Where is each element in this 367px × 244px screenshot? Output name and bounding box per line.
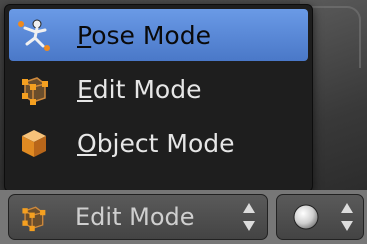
pose-mode-icon — [17, 18, 51, 52]
edit-mode-icon — [17, 201, 49, 233]
edit-mode-icon — [17, 72, 51, 106]
solid-sphere-icon — [291, 202, 321, 232]
up-down-arrows-icon — [341, 203, 353, 231]
mode-select[interactable]: Edit Mode — [8, 194, 268, 240]
viewport-shading-select[interactable] — [276, 194, 364, 240]
menu-item-label: Object Mode — [77, 128, 235, 158]
up-down-arrows-icon — [243, 203, 255, 231]
menu-item-pose-mode[interactable]: Pose Mode — [9, 9, 308, 61]
blender-3d-view: Pose Mode Edit Mode Object Mode Edit Mod… — [0, 0, 367, 244]
mode-select-value: Edit Mode — [75, 203, 195, 231]
header-bar: Edit Mode — [0, 190, 367, 244]
interaction-mode-menu: Pose Mode Edit Mode Object Mode — [4, 4, 313, 192]
menu-item-edit-mode[interactable]: Edit Mode — [9, 63, 308, 115]
menu-item-object-mode[interactable]: Object Mode — [9, 117, 308, 169]
object-mode-icon — [17, 126, 51, 160]
menu-item-label: Pose Mode — [77, 20, 211, 50]
menu-item-label: Edit Mode — [77, 74, 202, 104]
